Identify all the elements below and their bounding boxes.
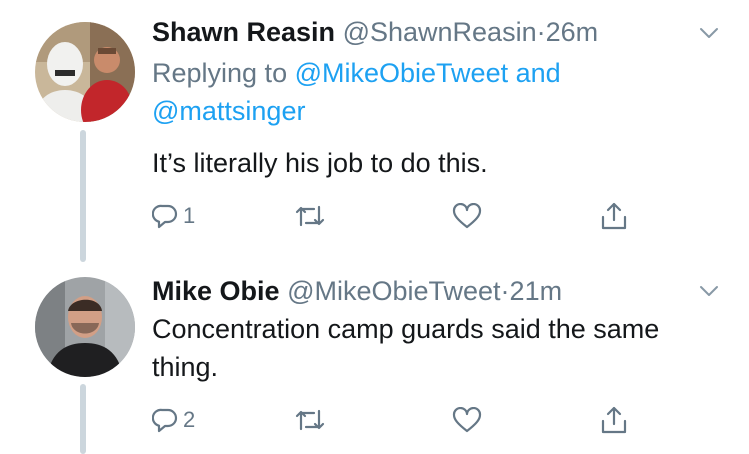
chevron-down-icon (700, 28, 718, 38)
mention-link[interactable]: @mattsinger (152, 96, 305, 126)
share-button[interactable] (600, 400, 628, 440)
tweet-actions: 1 (152, 196, 652, 236)
user-handle[interactable]: @MikeObieTweet (287, 276, 500, 306)
replying-prefix: Replying to (152, 58, 288, 88)
share-icon (601, 406, 627, 434)
avatar-stormtrooper-photo (35, 22, 135, 122)
more-options-button[interactable] (699, 284, 719, 298)
share-button[interactable] (600, 196, 628, 236)
reply-count: 1 (183, 203, 196, 228)
retweet-button[interactable] (294, 400, 326, 440)
timestamp[interactable]: 21m (510, 276, 563, 306)
reply-icon (152, 204, 178, 229)
chevron-down-icon (700, 286, 718, 296)
tweet-actions: 2 (152, 400, 652, 440)
avatar-man-photo (35, 277, 135, 377)
avatar[interactable] (35, 22, 135, 122)
retweet-button[interactable] (294, 196, 326, 236)
thread-line (80, 130, 86, 262)
thread-line (80, 384, 86, 454)
avatar[interactable] (35, 277, 135, 377)
user-handle[interactable]: @ShawnReasin (343, 17, 537, 47)
replying-conjunction[interactable]: and (516, 58, 561, 88)
tweet-text: Concentration camp guards said the same … (152, 314, 660, 382)
retweet-icon (295, 205, 325, 227)
tweet-header: Shawn Reasin @ShawnReasin·26m (152, 14, 598, 50)
separator-dot: · (500, 276, 510, 306)
more-options-button[interactable] (699, 26, 719, 40)
heart-icon (452, 203, 482, 229)
display-name[interactable]: Mike Obie (152, 276, 280, 306)
reply-button[interactable]: 2 (152, 400, 195, 440)
tweet[interactable]: Shawn Reasin @ShawnReasin·26m Replying t… (0, 0, 749, 262)
timestamp[interactable]: 26m (546, 17, 599, 47)
reply-icon (152, 408, 178, 433)
like-button[interactable] (452, 196, 482, 236)
share-icon (601, 202, 627, 230)
replying-to: Replying to @MikeObieTweet and @mattsing… (152, 54, 672, 130)
reply-count: 2 (183, 407, 196, 432)
reply-button[interactable]: 1 (152, 196, 195, 236)
display-name[interactable]: Shawn Reasin (152, 17, 335, 47)
separator-dot: · (536, 17, 546, 47)
heart-icon (452, 407, 482, 433)
tweet-header: Mike Obie @MikeObieTweet·21m (152, 273, 562, 309)
tweet-text: It’s literally his job to do this. (152, 148, 488, 178)
mention-link[interactable]: @MikeObieTweet (295, 58, 508, 88)
retweet-icon (295, 409, 325, 431)
like-button[interactable] (452, 400, 482, 440)
tweet[interactable]: Mike Obie @MikeObieTweet·21m Concentrati… (0, 262, 749, 454)
